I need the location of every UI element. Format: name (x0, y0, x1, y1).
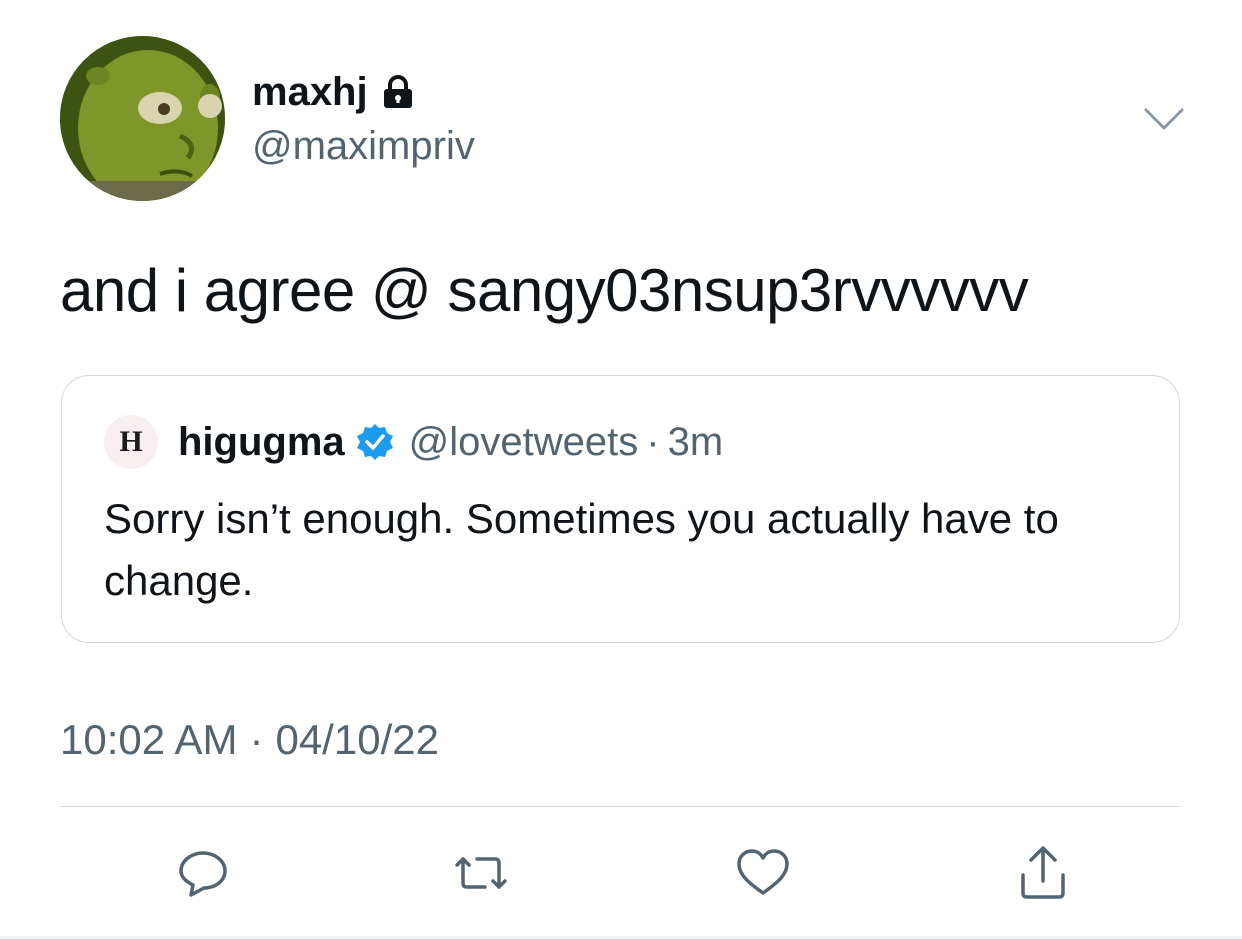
heart-icon (733, 845, 793, 906)
chevron-down-icon[interactable] (1142, 104, 1186, 134)
timestamp-time: 10:02 AM (60, 716, 238, 763)
quoted-handle: @lovetweets (408, 419, 639, 464)
timestamp-separator: · (249, 716, 264, 763)
timestamp-date: 04/10/22 (275, 716, 439, 763)
author-display-name[interactable]: maxhj (252, 70, 368, 115)
quoted-avatar[interactable]: H (104, 415, 158, 469)
tweet-text: and i agree @ sangy03nsup3rvvvvvv (60, 257, 1029, 324)
tweet-actions (0, 840, 1242, 910)
lock-icon (380, 74, 416, 110)
reply-icon (175, 845, 231, 906)
author-name-row: maxhj (252, 64, 416, 120)
quoted-tweet-text: Sorry isn’t enough. Sometimes you actual… (104, 495, 1059, 604)
quoted-time: 3m (667, 419, 724, 464)
like-button[interactable] (728, 840, 798, 910)
quoted-separator: · (646, 419, 660, 464)
tweet-timestamp[interactable]: 10:02 AM · 04/10/22 (60, 716, 439, 764)
shrek-face-icon (60, 36, 225, 201)
quoted-display-name: higugma (178, 419, 345, 464)
author-avatar[interactable] (60, 36, 225, 201)
verified-badge-icon (355, 422, 395, 462)
share-icon (1015, 843, 1071, 908)
retweet-button[interactable] (446, 840, 516, 910)
share-button[interactable] (1008, 840, 1078, 910)
retweet-icon (449, 845, 513, 906)
quoted-tweet-card[interactable]: H higugma @lovetweets · 3m Sorry isn’t e… (61, 375, 1180, 643)
quoted-tweet-header: H higugma @lovetweets · 3m (104, 415, 724, 469)
reply-button[interactable] (168, 840, 238, 910)
tweet: maxhj @maximpriv and i agree @ sangy03ns… (0, 0, 1242, 939)
divider (60, 806, 1182, 807)
author-handle[interactable]: @maximpriv (252, 124, 475, 169)
